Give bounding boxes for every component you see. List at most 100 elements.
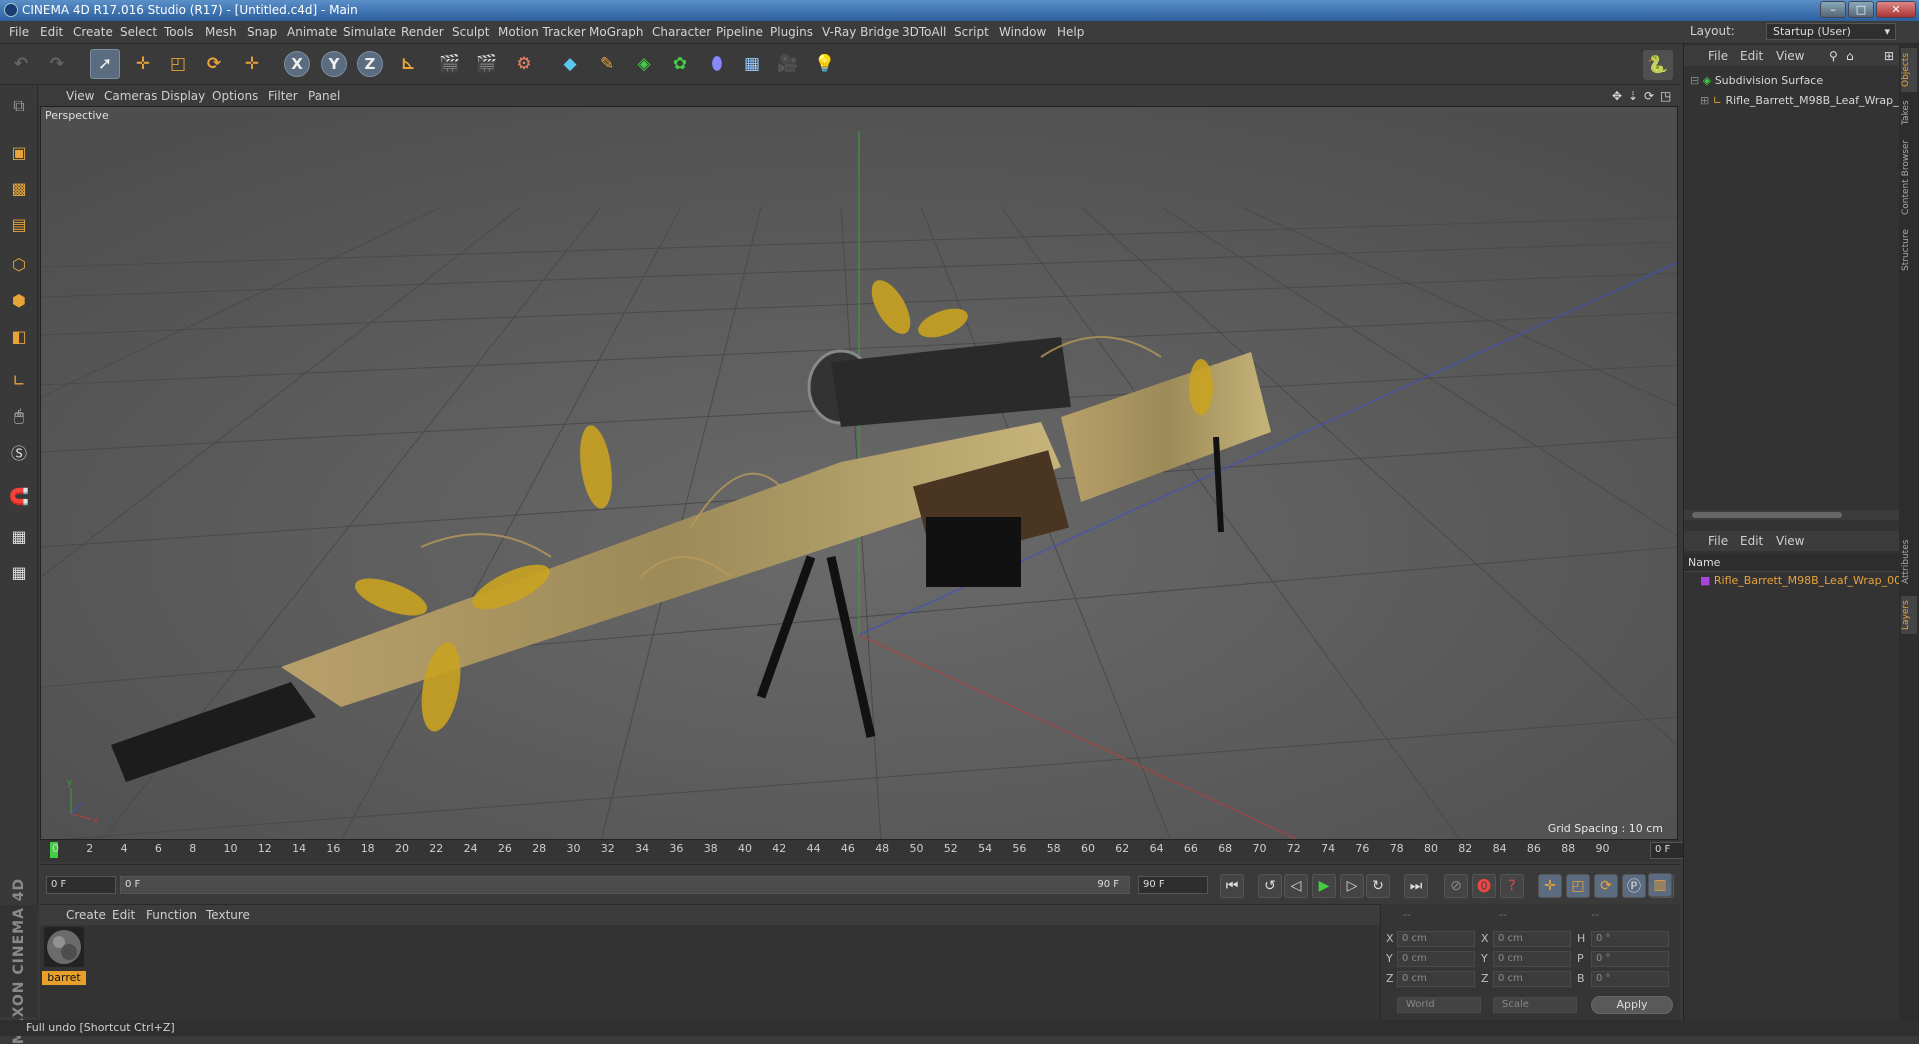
previous-frame-icon[interactable]: ◁ (1284, 874, 1308, 898)
deformer-icon[interactable]: ⬮ (702, 49, 732, 79)
timeline-window-icon[interactable]: ▥ (1648, 873, 1672, 897)
menu-mograph[interactable]: MoGraph (589, 25, 644, 39)
redo-icon[interactable]: ↷ (42, 49, 72, 79)
solo-icon[interactable]: Ⓢ (4, 437, 34, 467)
points-mode-icon[interactable]: ⬡ (4, 249, 34, 279)
previous-key-icon[interactable]: ↺ (1258, 874, 1282, 898)
floor-icon[interactable]: ▦ (737, 49, 767, 79)
menu-mesh[interactable]: Mesh (205, 25, 237, 39)
new-window-icon[interactable]: ⊞ (1884, 49, 1894, 63)
subdivision-surface-icon[interactable]: ◈ (629, 49, 659, 79)
position-y-field[interactable]: 0 cm (1397, 951, 1475, 967)
tab-content-browser[interactable]: Content Browser (1901, 134, 1917, 220)
viewport-menu-display[interactable]: Display (161, 89, 205, 103)
rotation-p-field[interactable]: 0 ° (1591, 951, 1669, 967)
tab-attributes[interactable]: Attributes (1901, 534, 1917, 590)
object-row-rifle[interactable]: ⊞ ∟ Rifle_Barrett_M98B_Leaf_Wrap_0 (1684, 92, 1900, 110)
object-row-subdivision[interactable]: ⊟ ◈ Subdivision Surface (1684, 72, 1900, 90)
rotation-h-field[interactable]: 0 ° (1591, 931, 1669, 947)
menu-help[interactable]: Help (1057, 25, 1084, 39)
maximize-button[interactable]: □ (1848, 1, 1874, 18)
render-settings-icon[interactable]: ⚙ (509, 49, 539, 79)
scrollbar-thumb[interactable] (1692, 512, 1842, 518)
size-y-field[interactable]: 0 cm (1493, 951, 1571, 967)
size-mode-dropdown[interactable]: Scale (1493, 997, 1577, 1013)
material-menu-edit[interactable]: Edit (112, 908, 135, 922)
workplane-icon[interactable]: ▤ (4, 209, 34, 239)
key-scale-icon[interactable]: ◰ (1566, 874, 1590, 898)
menu-render[interactable]: Render (401, 25, 444, 39)
zoom-view-icon[interactable]: ⇣ (1628, 89, 1638, 103)
menu-3dtoall[interactable]: 3DToAll (902, 25, 946, 39)
move-icon[interactable]: ✛ (128, 49, 158, 79)
position-z-field[interactable]: 0 cm (1397, 971, 1475, 987)
key-parameter-icon[interactable]: Ⓟ (1622, 874, 1646, 898)
planar-workplane-icon[interactable]: ▦ (4, 557, 34, 587)
material-thumbnail[interactable] (44, 927, 84, 967)
close-button[interactable]: ✕ (1876, 1, 1916, 18)
layers-menu-file[interactable]: File (1708, 534, 1728, 548)
timeline-ruler[interactable]: 0 2 4 6 8 10 12 14 16 18 20 22 24 26 28 30 32 34 36 38 40 42 4… (40, 840, 1710, 862)
record-key-icon[interactable]: ⓿ (1472, 874, 1496, 898)
rotate-icon[interactable]: ⟳ (199, 49, 229, 79)
menu-script[interactable]: Script (954, 25, 989, 39)
menu-edit[interactable]: Edit (40, 25, 63, 39)
size-z-field[interactable]: 0 cm (1493, 971, 1571, 987)
search-icon[interactable]: ⚲ (1829, 49, 1838, 63)
light-icon[interactable]: 💡 (810, 49, 840, 79)
play-icon[interactable]: ▶ (1312, 874, 1336, 898)
model-mode-icon[interactable]: ▣ (4, 137, 34, 167)
menu-snap[interactable]: Snap (247, 25, 277, 39)
coordinate-system-icon[interactable]: ⊾ (393, 49, 423, 79)
key-position-icon[interactable]: ✛ (1538, 874, 1562, 898)
material-menu-create[interactable]: Create (66, 908, 106, 922)
expand-icon[interactable]: ⊟ (1690, 74, 1699, 87)
position-x-field[interactable]: 0 cm (1397, 931, 1475, 947)
menu-create[interactable]: Create (73, 25, 113, 39)
start-frame-field[interactable]: 0 F (46, 876, 116, 894)
texture-mode-icon[interactable]: ▩ (4, 173, 34, 203)
polygons-mode-icon[interactable]: ◧ (4, 321, 34, 351)
layout-dropdown[interactable]: Startup (User) ▾ (1766, 23, 1896, 40)
minimize-button[interactable]: – (1820, 1, 1846, 18)
rotate-view-icon[interactable]: ⟳ (1644, 89, 1654, 103)
menu-character[interactable]: Character (652, 25, 711, 39)
objects-menu-view[interactable]: View (1776, 49, 1804, 63)
cloner-icon[interactable]: ✿ (665, 49, 695, 79)
y-axis-lock-button[interactable]: Y (321, 51, 347, 77)
material-name[interactable]: barret (42, 971, 86, 985)
scale-icon[interactable]: ◰ (163, 49, 193, 79)
edges-mode-icon[interactable]: ⬢ (4, 285, 34, 315)
go-to-start-icon[interactable]: ⏮ (1220, 874, 1244, 898)
home-icon[interactable]: ⌂ (1846, 49, 1854, 63)
layer-row[interactable]: ■ Rifle_Barrett_M98B_Leaf_Wrap_00 (1684, 572, 1900, 590)
objects-menu-edit[interactable]: Edit (1740, 49, 1763, 63)
tab-layers[interactable]: Layers (1901, 596, 1917, 634)
menu-animate[interactable]: Animate (287, 25, 337, 39)
viewport-menu-options[interactable]: Options (212, 89, 258, 103)
menu-pipeline[interactable]: Pipeline (716, 25, 763, 39)
material-menu-texture[interactable]: Texture (206, 908, 250, 922)
tab-structure[interactable]: Structure (1901, 226, 1917, 274)
render-view-icon[interactable]: 🎬 (435, 49, 465, 79)
python-icon[interactable]: 🐍 (1643, 50, 1673, 80)
tab-takes[interactable]: Takes (1901, 98, 1917, 128)
camera-icon[interactable]: 🎥 (773, 49, 803, 79)
menu-window[interactable]: Window (999, 25, 1046, 39)
apply-button[interactable]: Apply (1591, 996, 1673, 1014)
horizontal-scrollbar[interactable] (1684, 510, 1900, 520)
viewport-menu-view[interactable]: View (66, 89, 94, 103)
rotation-b-field[interactable]: 0 ° (1591, 971, 1669, 987)
live-selection-icon[interactable]: ➚ (90, 49, 120, 79)
toggle-view-icon[interactable]: ◳ (1660, 89, 1671, 103)
menu-motion-tracker[interactable]: Motion Tracker (498, 25, 586, 39)
make-editable-icon[interactable]: ⧉ (4, 91, 34, 121)
viewport-menu-panel[interactable]: Panel (308, 89, 340, 103)
objects-menu-file[interactable]: File (1708, 49, 1728, 63)
axis-mode-icon[interactable]: ∟ (4, 365, 34, 395)
frame-range-slider[interactable]: 0 F 90 F (120, 876, 1130, 894)
viewport-menu-cameras[interactable]: Cameras (104, 89, 157, 103)
workplane-lock-icon[interactable]: ▦ (4, 521, 34, 551)
size-x-field[interactable]: 0 cm (1493, 931, 1571, 947)
menu-simulate[interactable]: Simulate (343, 25, 396, 39)
